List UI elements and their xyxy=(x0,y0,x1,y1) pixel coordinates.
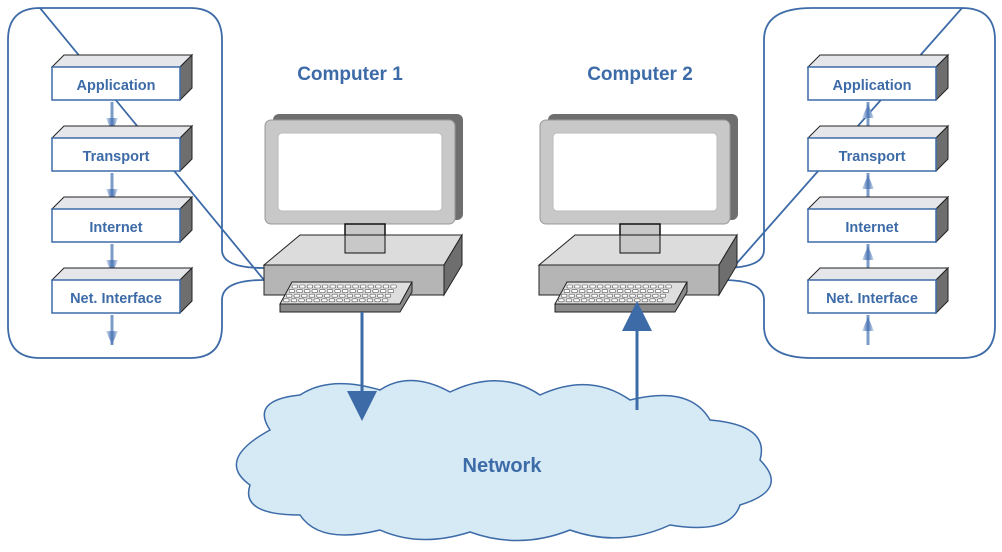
layer-box-transport: Transport xyxy=(50,124,194,173)
layer-label: Net. Interface xyxy=(70,291,162,307)
layer-label: Internet xyxy=(845,220,898,236)
layer-label: Application xyxy=(77,78,156,94)
layer-label: Internet xyxy=(89,220,142,236)
arrow-up-icon xyxy=(862,315,874,345)
layer-box-internet: Internet xyxy=(50,195,194,244)
monitor xyxy=(539,114,738,225)
layer-box-net-interface: Net. Interface xyxy=(806,266,950,315)
left-protocol-stack: Application Transport Internet Net. Interfa… xyxy=(50,53,194,345)
right-protocol-stack: Application Transport Internet Net. Interfa… xyxy=(806,53,950,345)
layer-box-internet: Internet xyxy=(806,195,950,244)
diagram: Application Transport Internet Net. Interfa… xyxy=(0,0,1002,552)
layer-label: Transport xyxy=(83,149,150,165)
network-label: Network xyxy=(463,455,543,477)
diagram-canvas: Application Transport Internet Net. Interfa… xyxy=(7,7,996,542)
screen xyxy=(277,132,443,212)
layer-box-application: Application xyxy=(50,53,194,102)
screen xyxy=(552,132,718,212)
layer-box-application: Application xyxy=(806,53,950,102)
arrow-down-icon xyxy=(106,315,118,345)
computer-1-title: Computer 1 xyxy=(297,64,403,85)
keyboard xyxy=(554,281,688,313)
keyboard xyxy=(279,281,413,313)
layer-box-transport: Transport xyxy=(806,124,950,173)
layer-label: Net. Interface xyxy=(826,291,918,307)
computer-2-title: Computer 2 xyxy=(587,64,693,85)
layer-label: Transport xyxy=(839,149,906,165)
layer-box-net-interface: Net. Interface xyxy=(50,266,194,315)
layer-label: Application xyxy=(833,78,912,94)
monitor xyxy=(264,114,463,225)
computer-2 xyxy=(537,114,738,313)
computer-1 xyxy=(262,114,463,313)
